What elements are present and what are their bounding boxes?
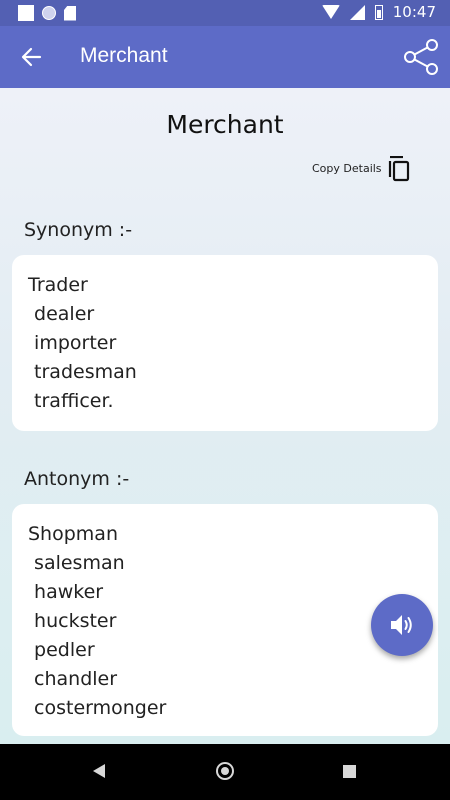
notification-icon	[18, 5, 34, 21]
battery-icon	[374, 4, 383, 20]
status-time: 10:47	[392, 3, 436, 21]
sync-icon	[42, 6, 56, 20]
list-item: dealer	[28, 303, 95, 325]
arrow-back-icon[interactable]	[16, 42, 48, 72]
synonym-card: Trader dealer importer tradesman traffic…	[12, 255, 438, 431]
synonym-list: Trader dealer importer tradesman traffic…	[12, 255, 438, 416]
nav-recents-icon[interactable]	[343, 765, 356, 778]
speak-button[interactable]	[371, 594, 433, 656]
wifi-icon	[321, 5, 340, 19]
sd-card-icon	[64, 5, 76, 21]
nav-home-icon[interactable]	[216, 762, 234, 780]
signal-icon	[349, 4, 365, 20]
antonym-label: Antonym :-	[24, 468, 130, 490]
app-title: Merchant	[80, 44, 168, 67]
system-nav-bar	[0, 744, 450, 800]
nav-back-icon[interactable]	[93, 764, 105, 778]
copy-icon[interactable]	[386, 156, 412, 182]
share-icon[interactable]	[402, 38, 440, 76]
list-item: tradesman	[28, 361, 137, 383]
list-item: Shopman	[28, 523, 118, 545]
list-item: chandler	[28, 668, 118, 690]
list-item: importer	[28, 332, 117, 354]
list-item: hawker	[28, 581, 104, 603]
word-title: Merchant	[166, 110, 284, 139]
volume-icon	[391, 615, 412, 635]
list-item: Trader	[28, 274, 88, 296]
list-item: trafficer.	[28, 390, 114, 412]
synonym-label: Synonym :-	[24, 219, 133, 241]
status-bar: 10:47	[0, 0, 450, 26]
list-item: salesman	[28, 552, 125, 574]
list-item: costermonger	[28, 697, 167, 719]
copy-details-label[interactable]: Copy Details	[312, 162, 382, 175]
app-bar: Merchant	[0, 26, 450, 88]
